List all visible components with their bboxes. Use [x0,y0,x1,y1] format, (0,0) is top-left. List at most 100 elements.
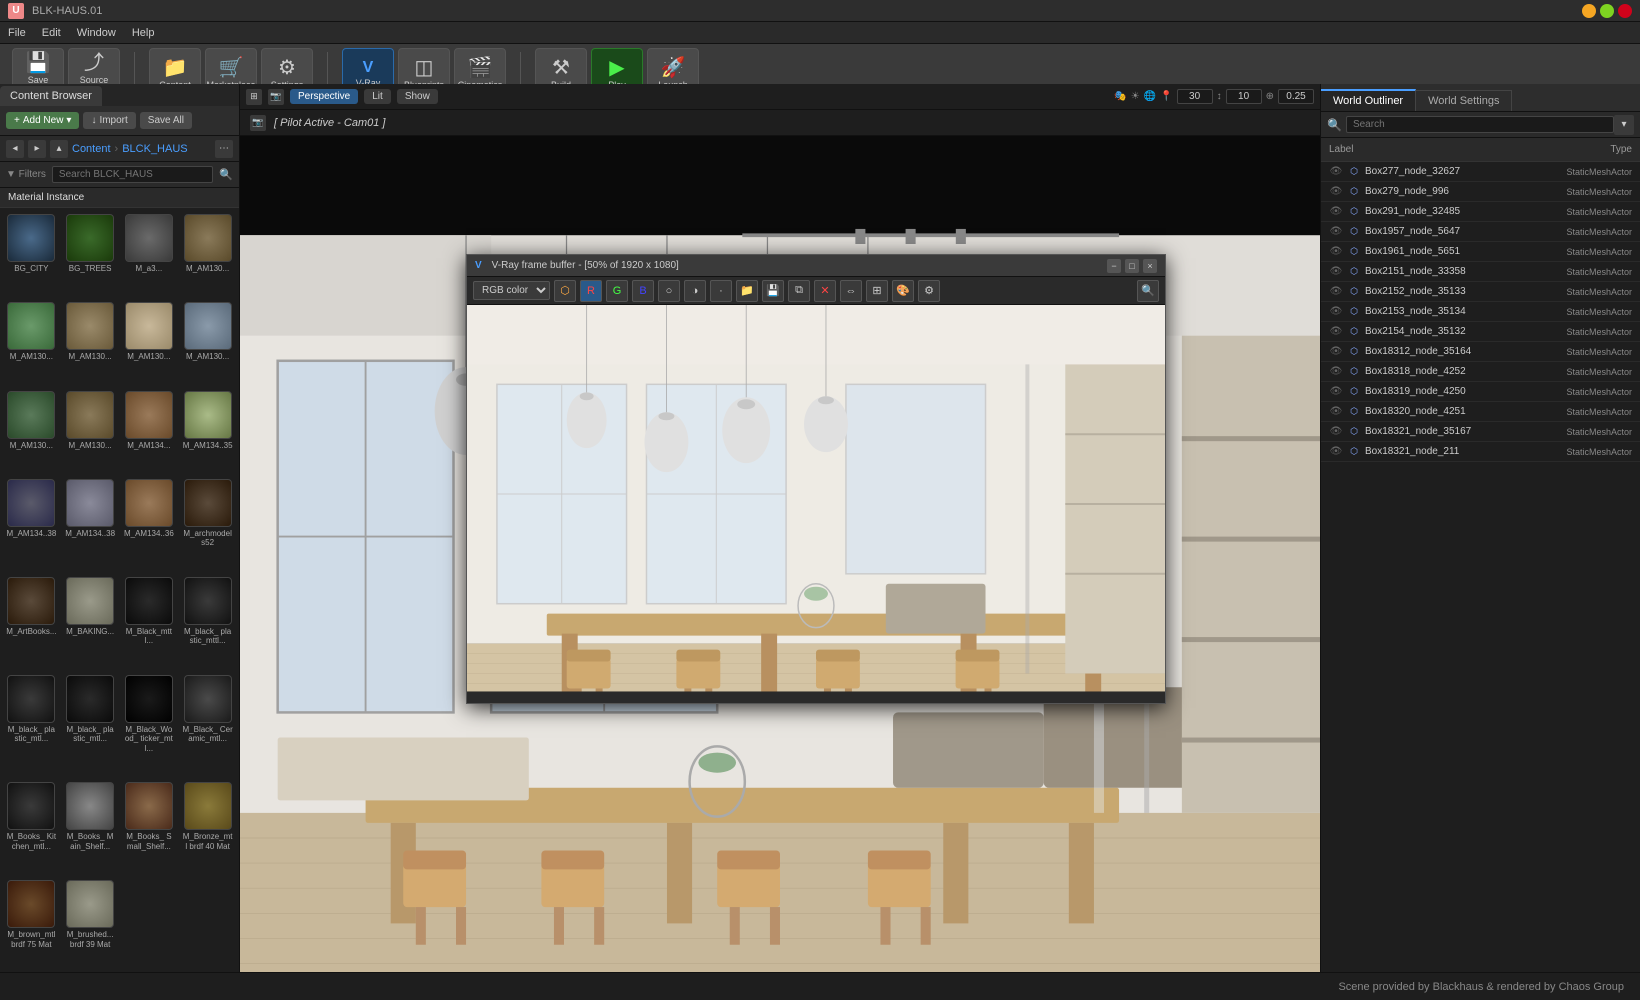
asset-item-m-am130-3[interactable]: M_AM130... [63,300,118,384]
show-button[interactable]: Show [397,89,438,104]
asset-thumb-bg-city [7,214,55,262]
outliner-row-1[interactable]: 👁⬡Box279_node_996StaticMeshActor [1321,182,1640,202]
fb-restore-button[interactable]: □ [1125,259,1139,273]
outliner-filter-button[interactable]: ▾ [1614,115,1634,135]
fb-tool-color2[interactable]: 🎨 [892,280,914,302]
asset-item-bg-trees[interactable]: BG_TREES [63,212,118,296]
asset-item-m-am134[interactable]: M_AM134... [122,389,177,473]
world-outliner-tab[interactable]: World Outliner [1321,89,1416,111]
maximize-button[interactable] [1600,4,1614,18]
add-new-button[interactable]: + Add New ▾ [6,112,79,129]
asset-item-m-black2[interactable]: M_black_ plastic_mttl... [180,575,235,669]
search-input[interactable] [52,166,213,183]
asset-item-m-bsm[interactable]: M_Books_ Small_Shelf... [122,780,177,874]
path-content[interactable]: Content [72,143,111,155]
world-settings-tab[interactable]: World Settings [1416,90,1512,111]
val3-input[interactable] [1278,89,1314,104]
asset-item-m-am135[interactable]: M_AM134..35 [180,389,235,473]
outliner-row-13[interactable]: 👁⬡Box18321_node_35167StaticMeshActor [1321,422,1640,442]
color-mode-select[interactable]: RGB color [473,281,550,300]
fb-tool-layers[interactable]: ⊞ [866,280,888,302]
fb-close-button[interactable]: × [1143,259,1157,273]
asset-item-bg-city[interactable]: BG_CITY [4,212,59,296]
asset-item-m-bw[interactable]: M_Black_Wood_ ticker_mtl... [122,673,177,777]
up-button[interactable]: ▴ [50,140,68,158]
outliner-search-input[interactable] [1346,116,1614,133]
outliner-row-2[interactable]: 👁⬡Box291_node_32485StaticMeshActor [1321,202,1640,222]
close-button[interactable] [1618,4,1632,18]
outliner-row-9[interactable]: 👁⬡Box18312_node_35164StaticMeshActor [1321,342,1640,362]
val1-input[interactable] [1177,89,1213,104]
menu-file[interactable]: File [8,27,26,39]
asset-item-m-brushed[interactable]: M_brushed... brdf 39 Mat [63,878,118,972]
fb-tool-half[interactable]: ◑ [684,280,706,302]
fb-tool-settings[interactable]: ⚙ [918,280,940,302]
menu-window[interactable]: Window [77,27,116,39]
viewport-lock-icon[interactable]: ⊞ [246,89,262,105]
viewport-camera-icon[interactable]: 📷 [268,89,284,105]
fb-tool-compare[interactable]: ⇔ [840,280,862,302]
asset-item-m-archmodels[interactable]: M_archmodels52 [180,477,235,571]
minimize-button[interactable] [1582,4,1596,18]
asset-item-m-artbooks[interactable]: M_ArtBooks... [4,575,59,669]
fb-tool-save[interactable]: 💾 [762,280,784,302]
asset-item-m-paper[interactable]: M_AM130... [122,300,177,384]
asset-item-m-ceramic[interactable]: M_Black_ Ceramic_mtl... [180,673,235,777]
fb-tool-copy[interactable]: ⧉ [788,280,810,302]
path-options-button[interactable]: ⋯ [215,140,233,158]
perspective-button[interactable]: Perspective [290,89,358,104]
asset-item-m-mains[interactable]: M_Books_ Main_Shelf... [63,780,118,874]
fb-zoom-out[interactable]: 🔍 [1137,280,1159,302]
menu-edit[interactable]: Edit [42,27,61,39]
visibility-icon-8: 👁 [1329,325,1343,339]
import-button[interactable]: ↓ Import [83,112,135,129]
asset-item-m-brown[interactable]: M_brown_mtl brdf 75 Mat [4,878,59,972]
asset-item-m-bronze[interactable]: M_Bronze_mtl brdf 40 Mat [180,780,235,874]
outliner-row-0[interactable]: 👁⬡Box277_node_32627StaticMeshActor [1321,162,1640,182]
fb-tool-1[interactable]: ⬡ [554,280,576,302]
outliner-row-8[interactable]: 👁⬡Box2154_node_35132StaticMeshActor [1321,322,1640,342]
content-browser-tab[interactable]: Content Browser [0,86,102,106]
asset-item-m-black4[interactable]: M_black_ plastic_mtl... [63,673,118,777]
asset-item-m-baking[interactable]: M_BAKING... [63,575,118,669]
outliner-row-11[interactable]: 👁⬡Box18319_node_4250StaticMeshActor [1321,382,1640,402]
lit-button[interactable]: Lit [364,89,391,104]
back-button[interactable]: ◂ [6,140,24,158]
asset-item-m-a3[interactable]: M_a3... [122,212,177,296]
fb-tool-folder[interactable]: 📁 [736,280,758,302]
asset-item-m-am138-2[interactable]: M_AM134..38 [63,477,118,571]
asset-item-m-am138[interactable]: M_AM134..38 [4,477,59,571]
asset-item-m-black1[interactable]: M_Black_mttl... [122,575,177,669]
outliner-row-10[interactable]: 👁⬡Box18318_node_4252StaticMeshActor [1321,362,1640,382]
asset-item-m-am130-1[interactable]: M_AM130... [180,212,235,296]
outliner-row-6[interactable]: 👁⬡Box2152_node_35133StaticMeshActor [1321,282,1640,302]
asset-item-m-am134-2[interactable]: M_AM134..36 [122,477,177,571]
fb-tool-b[interactable]: B [632,280,654,302]
outliner-row-14[interactable]: 👁⬡Box18321_node_211StaticMeshActor [1321,442,1640,462]
path-blck-haus[interactable]: BLCK_HAUS [122,143,187,155]
fb-tool-dot[interactable]: · [710,280,732,302]
fb-tool-red-x[interactable]: ✕ [814,280,836,302]
asset-thumb-m-am135 [184,391,232,439]
outliner-row-4[interactable]: 👁⬡Box1961_node_5651StaticMeshActor [1321,242,1640,262]
asset-item-m-am130-4[interactable]: M_AM130... [180,300,235,384]
menu-help[interactable]: Help [132,27,155,39]
asset-item-m-am130-2[interactable]: M_AM130... [4,300,59,384]
asset-item-m-kitchen[interactable]: M_Books_ Kitchen_mtl... [4,780,59,874]
outliner-row-5[interactable]: 👁⬡Box2151_node_33358StaticMeshActor [1321,262,1640,282]
forward-button[interactable]: ▸ [28,140,46,158]
val2-input[interactable] [1226,89,1262,104]
mesh-icon-8: ⬡ [1347,325,1361,339]
save-all-button[interactable]: Save All [140,112,192,129]
filter-label[interactable]: ▼ Filters [6,169,46,180]
fb-tool-g[interactable]: G [606,280,628,302]
asset-item-m-am130-5[interactable]: M_AM130... [4,389,59,473]
asset-item-m-am130-6[interactable]: M_AM130... [63,389,118,473]
outliner-row-3[interactable]: 👁⬡Box1957_node_5647StaticMeshActor [1321,222,1640,242]
outliner-row-12[interactable]: 👁⬡Box18320_node_4251StaticMeshActor [1321,402,1640,422]
fb-tool-circle[interactable]: ○ [658,280,680,302]
fb-tool-r[interactable]: R [580,280,602,302]
outliner-row-7[interactable]: 👁⬡Box2153_node_35134StaticMeshActor [1321,302,1640,322]
asset-item-m-black3[interactable]: M_black_ plastic_mtl... [4,673,59,777]
fb-minimize-button[interactable]: − [1107,259,1121,273]
